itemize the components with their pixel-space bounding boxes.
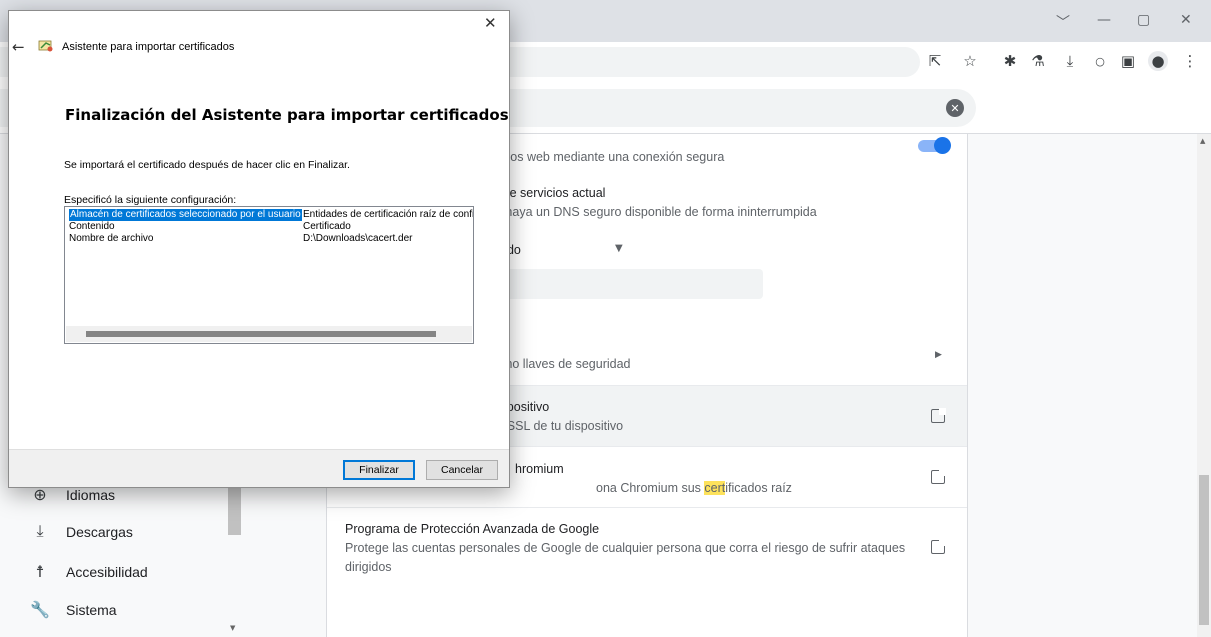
sidepanel-icon[interactable]: ▣ xyxy=(1118,51,1138,71)
download-icon: ⤓ xyxy=(36,523,44,540)
wizard-intro-text: Se importará el certificado después de h… xyxy=(64,159,350,171)
divider xyxy=(327,507,967,508)
search-highlight: cert xyxy=(704,481,726,495)
certificate-icon xyxy=(38,40,53,52)
sidebar-item-label: Idiomas xyxy=(66,487,116,503)
extensions-icon[interactable]: ✱ xyxy=(1000,51,1020,71)
config-value: Certificado xyxy=(303,221,351,232)
list-scroll-thumb[interactable] xyxy=(86,331,436,337)
custom-dns-input[interactable] xyxy=(500,269,763,299)
finish-button[interactable]: Finalizar xyxy=(343,460,415,480)
sidebar-item-idiomas[interactable]: ⊕ Idiomas xyxy=(30,485,115,505)
accessibility-icon: ☨ xyxy=(35,564,45,581)
main-scrollbar-thumb[interactable] xyxy=(1199,475,1209,625)
cancel-button[interactable]: Cancelar xyxy=(426,460,498,480)
toggle-knob xyxy=(934,137,951,154)
sidebar-item-label: Accesibilidad xyxy=(66,564,148,580)
external-link-icon[interactable] xyxy=(931,539,946,554)
close-window-button[interactable]: ✕ xyxy=(1180,12,1192,28)
sidebar-item-label: Descargas xyxy=(66,524,133,540)
dns-provider-title: r de servicios actual xyxy=(495,186,606,200)
sidebar-item-sistema[interactable]: 🔧 Sistema xyxy=(30,600,117,620)
menu-icon[interactable]: ⋮ xyxy=(1180,51,1200,71)
minimize-button[interactable]: — xyxy=(1097,12,1111,28)
config-label: Especificó la siguiente configuración: xyxy=(64,194,237,206)
config-key[interactable]: Contenido xyxy=(69,221,115,233)
share-icon[interactable]: ⇱ xyxy=(925,51,945,71)
dns-provider-dropdown[interactable]: ado ▼ xyxy=(500,234,632,264)
globe-icon: ⊕ xyxy=(33,487,47,504)
desc-suffix: ificados raíz xyxy=(725,481,792,495)
scroll-down-arrow-icon[interactable]: ▼ xyxy=(230,624,235,632)
tab-search-icon[interactable]: ﹀ xyxy=(1056,12,1070,32)
profile-icon[interactable]: ● xyxy=(1148,51,1168,71)
download-icon[interactable]: ⤓ xyxy=(1060,51,1080,71)
list-horizontal-scrollbar[interactable] xyxy=(66,326,472,342)
dialog-close-icon[interactable]: ✕ xyxy=(484,14,497,32)
sidebar-item-descargas[interactable]: ⤓ Descargas xyxy=(30,523,133,541)
dns-provider-desc: o haya un DNS seguro disponible de forma… xyxy=(495,205,817,219)
maximize-button[interactable]: ▢ xyxy=(1137,12,1150,28)
secure-connection-desc: sitios web mediante una conexión segura xyxy=(495,150,725,164)
star-icon[interactable]: ☆ xyxy=(960,51,980,71)
zoom-icon[interactable]: ○ xyxy=(1090,51,1110,71)
config-key[interactable]: Almacén de certificados seleccionado por… xyxy=(69,209,302,221)
dialog-title: Asistente para importar certificados xyxy=(62,41,235,53)
google-app-title: Programa de Protección Avanzada de Googl… xyxy=(345,522,600,536)
labs-icon[interactable]: ⚗ xyxy=(1028,51,1048,71)
desc-prefix: ona Chromium sus xyxy=(596,481,705,495)
chromium-certs-title: hromium xyxy=(515,462,564,476)
sidebar-item-accesibilidad[interactable]: ☨ Accesibilidad xyxy=(30,562,148,582)
clear-search-icon[interactable]: ✕ xyxy=(946,99,964,117)
google-app-desc-line2: dirigidos xyxy=(345,560,392,574)
config-key[interactable]: Nombre de archivo xyxy=(69,233,153,245)
dropdown-arrow-icon: ▼ xyxy=(615,243,623,254)
back-arrow-icon[interactable]: ← xyxy=(12,38,25,56)
chevron-right-icon[interactable]: ▶ xyxy=(935,350,942,360)
external-link-icon[interactable] xyxy=(931,469,946,484)
security-keys-desc: omo llaves de seguridad xyxy=(495,357,631,371)
google-app-desc-line1: Protege las cuentas personales de Google… xyxy=(345,541,906,555)
external-link-icon[interactable] xyxy=(931,408,946,423)
sidebar-item-label: Sistema xyxy=(66,602,117,618)
config-summary-list[interactable]: Almacén de certificados seleccionado por… xyxy=(64,206,474,344)
chromium-certs-desc: ona Chromium sus certificados raíz xyxy=(596,481,792,495)
sidebar-scrollbar[interactable] xyxy=(228,480,241,535)
device-certs-desc: S/SSL de tu dispositivo xyxy=(495,419,624,433)
scroll-up-arrow-icon[interactable]: ▲ xyxy=(1200,137,1205,145)
wrench-icon: 🔧 xyxy=(30,602,50,619)
config-value: D:\Downloads\cacert.der xyxy=(303,233,413,244)
config-value: Entidades de certificación raíz de confi xyxy=(303,209,474,220)
wizard-heading: Finalización del Asistente para importar… xyxy=(65,106,509,124)
